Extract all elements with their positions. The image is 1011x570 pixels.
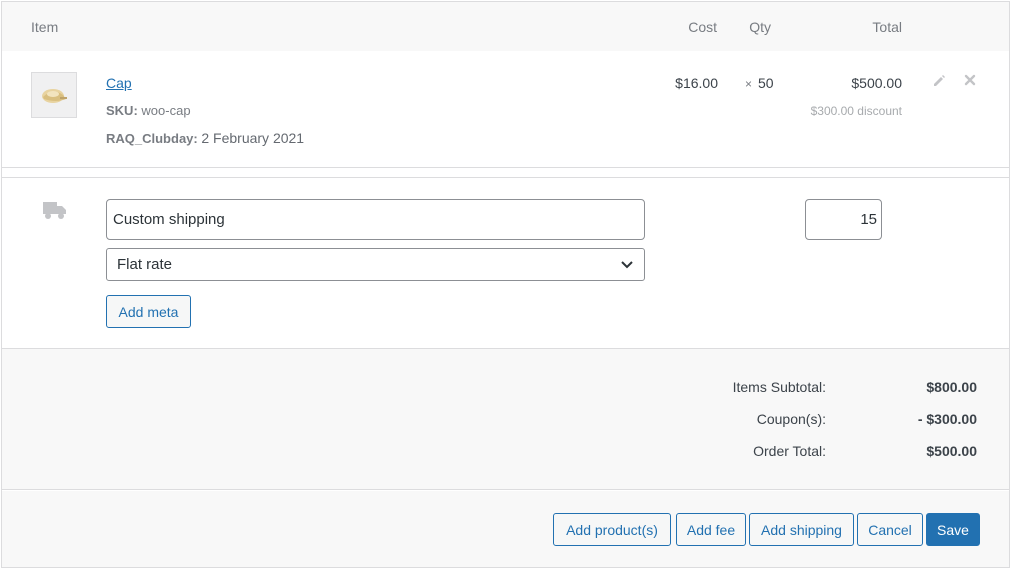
header-item: Item [31, 19, 59, 35]
totals-value: - $300.00 [917, 411, 977, 427]
chevron-down-icon [621, 260, 633, 268]
header-qty: Qty [749, 19, 771, 35]
meta-line-clubday: RAQ_Clubday: 2 February 2021 [106, 130, 304, 146]
qty-value: 50 [758, 75, 774, 91]
sku-value: woo-cap [141, 103, 191, 118]
shipping-line-row: Flat rate Add meta [2, 177, 1009, 349]
totals-value: $500.00 [926, 443, 977, 459]
action-buttons-bar: Add product(s) Add fee Add shipping Canc… [2, 491, 1009, 567]
item-discount: $300.00 discount [810, 104, 902, 118]
add-shipping-button[interactable]: Add shipping [749, 513, 854, 546]
close-icon[interactable] [963, 73, 977, 87]
add-fee-button[interactable]: Add fee [676, 513, 746, 546]
item-total: $500.00 [851, 75, 902, 91]
order-totals: Items Subtotal: $800.00 Coupon(s): - $30… [2, 349, 1009, 490]
items-table-header: Item Cost Qty Total [2, 2, 1009, 51]
shipping-method-select[interactable]: Flat rate [106, 248, 645, 281]
sku-label: SKU: [106, 103, 138, 118]
totals-label: Items Subtotal: [732, 379, 826, 395]
totals-label: Order Total: [753, 443, 826, 459]
pencil-icon[interactable] [932, 74, 946, 88]
shipping-cost-input[interactable] [805, 199, 882, 240]
shipping-method-selected: Flat rate [117, 256, 173, 273]
header-total: Total [872, 19, 902, 35]
save-button[interactable]: Save [926, 513, 980, 546]
item-qty: × 50 [745, 75, 774, 91]
qty-multiply-symbol: × [745, 77, 753, 91]
line-item-row: Cap SKU: woo-cap RAQ_Clubday: 2 February… [2, 51, 1009, 168]
cap-thumbnail-icon [42, 89, 67, 103]
product-name-link[interactable]: Cap [106, 75, 132, 91]
truck-icon [43, 202, 66, 219]
cancel-button[interactable]: Cancel [857, 513, 923, 546]
totals-row-coupons: Coupon(s): - $300.00 [2, 411, 1009, 431]
totals-row-order-total: Order Total: $500.00 [2, 443, 1009, 463]
order-items-panel: Item Cost Qty Total Cap SKU: woo-cap RAQ… [1, 1, 1010, 568]
product-thumbnail[interactable] [31, 72, 77, 118]
shipping-name-input[interactable] [106, 199, 645, 240]
totals-row-subtotal: Items Subtotal: $800.00 [2, 379, 1009, 399]
add-products-button[interactable]: Add product(s) [553, 513, 671, 546]
meta-value: 2 February 2021 [201, 130, 305, 146]
totals-value: $800.00 [926, 379, 977, 395]
header-cost: Cost [688, 19, 717, 35]
totals-label: Coupon(s): [756, 411, 826, 427]
add-meta-button[interactable]: Add meta [106, 295, 191, 328]
item-cost: $16.00 [675, 75, 718, 91]
meta-label: RAQ_Clubday: [106, 131, 198, 146]
sku-line: SKU: woo-cap [106, 103, 191, 118]
